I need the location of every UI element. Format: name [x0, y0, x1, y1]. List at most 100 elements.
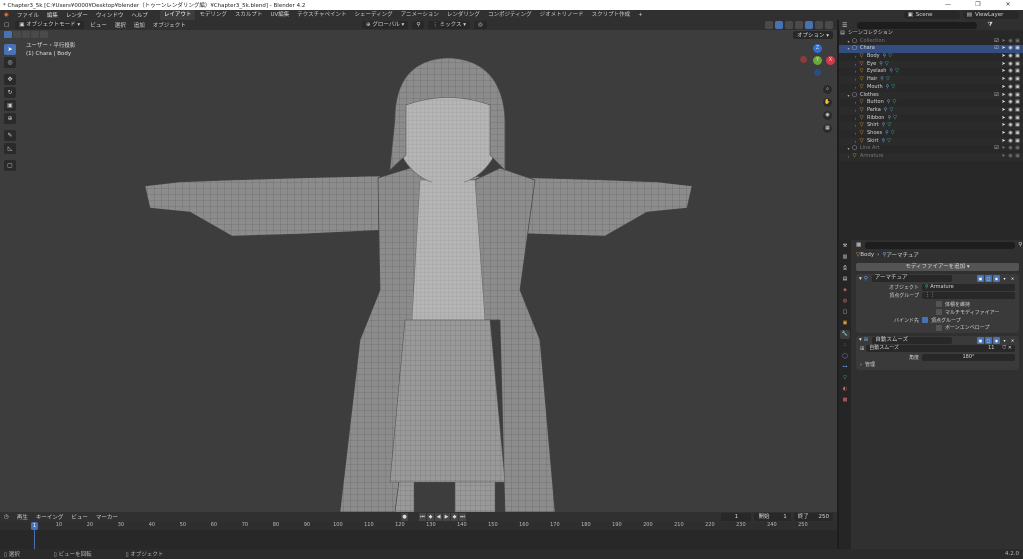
play-icon[interactable]: ▶	[443, 513, 450, 521]
armature-modifier-header[interactable]: ▾ ⚲ アーマチュア ▣ ▢ ◉ ▾ ✕	[856, 274, 1019, 283]
angle-field[interactable]: 180°	[922, 353, 1015, 361]
menu-marker[interactable]: マーカー	[92, 513, 122, 521]
outliner-row[interactable]: › ▽ Skirt ⚲ ▽ ➤ ◉ ▣	[839, 137, 1023, 146]
frame-ruler[interactable]: 10 20 30 40 50 60 70 80 90 100 110 120 130 140 150 160 1…	[0, 522, 837, 530]
render-camera-icon[interactable]: ▣	[1014, 130, 1021, 138]
xray-toggle[interactable]	[785, 21, 793, 29]
render-camera-icon[interactable]: ▣	[1014, 76, 1021, 84]
manage-row[interactable]: › 管理	[856, 362, 1019, 371]
smooth-modifier-header[interactable]: ▾ ⊞ 自動スムーズ ▣ ▢ ◉ ▾ ✕	[856, 336, 1019, 345]
expand-chevron-icon[interactable]: ›	[860, 362, 862, 368]
visibility-eye-icon[interactable]: ◉	[1007, 76, 1014, 84]
select-invert-button[interactable]	[31, 31, 39, 38]
3d-viewport[interactable]: ▢ ▣ オブジェクトモード ▾ ビュー 選択 追加 オブジェクト ⊕ グローバル…	[0, 20, 837, 512]
select-arrow-icon[interactable]: ➤	[1000, 53, 1007, 61]
select-subtract-button[interactable]	[22, 31, 30, 38]
add-modifier-button[interactable]: モディファイアーを追加 ▾	[856, 263, 1019, 271]
visibility-eye-icon[interactable]: ◉	[1007, 38, 1014, 46]
render-toggle-icon[interactable]: ◉	[993, 336, 1000, 344]
edit-mode-toggle-icon[interactable]: ▣	[977, 336, 984, 344]
armature-modifier-name[interactable]: アーマチュア	[871, 275, 952, 282]
armature-object-field[interactable]: ⚲ Armature	[922, 283, 1015, 291]
select-extend-button[interactable]	[13, 31, 21, 38]
collection-tab-icon[interactable]: ▢	[840, 308, 850, 317]
select-arrow-icon[interactable]: ➤	[1000, 92, 1007, 100]
close-button[interactable]: ✕	[993, 0, 1023, 10]
object-tab-icon[interactable]: ▣	[840, 319, 850, 328]
render-camera-icon[interactable]: ▣	[1014, 115, 1021, 123]
particles-tab-icon[interactable]: ∴	[840, 341, 850, 350]
physics-tab-icon[interactable]: ◯	[840, 352, 850, 361]
menu-edit[interactable]: 編集	[43, 11, 62, 19]
outliner-row[interactable]: ▾ ▢ Chara ☑ ➤ ◉ ▣	[839, 45, 1023, 54]
world-tab-icon[interactable]: ◍	[840, 297, 850, 306]
current-frame-field[interactable]: 1	[721, 513, 752, 521]
render-camera-icon[interactable]: ▣	[1014, 107, 1021, 115]
outliner-row[interactable]: ▾ ▢ Clothes ☑ ➤ ◉ ▣	[839, 91, 1023, 100]
select-arrow-icon[interactable]: ➤	[1000, 153, 1007, 161]
visibility-eye-icon[interactable]: ◉	[1007, 61, 1014, 69]
select-arrow-icon[interactable]: ➤	[1000, 115, 1007, 123]
exclude-checkbox-icon[interactable]: ☑	[993, 38, 1000, 46]
maximize-button[interactable]: ❐	[963, 0, 993, 10]
render-camera-icon[interactable]: ▣	[1014, 68, 1021, 76]
properties-search-input[interactable]	[865, 241, 1016, 249]
exclude-checkbox-icon[interactable]: ☑	[993, 145, 1000, 153]
render-camera-icon[interactable]: ▣	[1014, 92, 1021, 100]
axis-y-icon[interactable]: Y	[813, 56, 822, 65]
editor-type-icon[interactable]: ▢	[0, 22, 13, 28]
outliner-row[interactable]: › ▽ Parka ⚲ ▽ ➤ ◉ ▣	[839, 106, 1023, 115]
select-arrow-icon[interactable]: ➤	[1000, 99, 1007, 107]
zoom-icon[interactable]: ⌕	[823, 85, 832, 94]
outliner-row[interactable]: ▾ ▢ Line Art ☑ ➤ ◉ ▣	[839, 145, 1023, 153]
tab-uv-edit[interactable]: UV編集	[266, 10, 293, 20]
bind-vgroups-checkbox[interactable]	[922, 317, 928, 324]
visibility-eye-icon[interactable]: ◉	[1007, 107, 1014, 115]
outliner-row[interactable]: › ▽ Shoes ⚲ ▽ ➤ ◉ ▣	[839, 130, 1023, 138]
play-reverse-icon[interactable]: ◀	[435, 513, 442, 521]
scene-tab-icon[interactable]: ◈	[840, 286, 850, 295]
outliner-editor-icon[interactable]: ☰	[842, 22, 847, 29]
render-camera-icon[interactable]: ▣	[1014, 61, 1021, 69]
modifier-tab-icon[interactable]: 🔧	[840, 330, 850, 339]
tab-rendering[interactable]: レンダリング	[443, 10, 484, 20]
modifier-menu-icon[interactable]: ▾	[1001, 337, 1008, 344]
visibility-eye-icon[interactable]: ◉	[1007, 115, 1014, 123]
tab-texture-paint[interactable]: テクスチャペイント	[293, 10, 350, 20]
tab-sculpt[interactable]: スカルプト	[231, 10, 267, 20]
modifier-remove-icon[interactable]: ✕	[1009, 275, 1016, 282]
transform-orientation-dropdown[interactable]: ⊕ グローバル ▾	[362, 21, 409, 29]
menu-keying[interactable]: キーイング	[32, 513, 68, 521]
tab-geometry-nodes[interactable]: ジオメトリノード	[536, 10, 588, 20]
fake-user-icon[interactable]: ⛉ ✕	[1002, 345, 1012, 352]
minimize-button[interactable]: —	[933, 0, 963, 10]
render-toggle-icon[interactable]: ◉	[993, 275, 1000, 282]
measure-tool[interactable]: ◺	[4, 143, 16, 154]
preserve-volume-checkbox[interactable]	[936, 301, 942, 307]
select-arrow-icon[interactable]: ➤	[1000, 45, 1007, 53]
render-camera-icon[interactable]: ▣	[1014, 53, 1021, 61]
tab-shading[interactable]: シェーディング	[351, 10, 397, 20]
menu-view[interactable]: ビュー	[86, 21, 111, 29]
playhead[interactable]: 1	[31, 522, 38, 530]
render-camera-icon[interactable]: ▣	[1014, 84, 1021, 92]
bind-envelopes-row[interactable]: ボーンエンベロープ	[856, 324, 1019, 333]
properties-editor-icon[interactable]: ▦	[856, 242, 861, 248]
visibility-eye-icon[interactable]: ◉	[1007, 68, 1014, 76]
render-camera-icon[interactable]: ▣	[1014, 138, 1021, 146]
overlay-toggle[interactable]	[775, 21, 783, 29]
tab-modeling[interactable]: モデリング	[195, 10, 231, 20]
preserve-volume-row[interactable]: 体積を維持	[856, 300, 1019, 308]
select-intersect-button[interactable]	[40, 31, 48, 38]
pin-icon[interactable]: ⚲	[1018, 242, 1022, 248]
shading-solid-button[interactable]	[805, 21, 813, 29]
move-tool[interactable]: ✥	[4, 74, 16, 85]
exclude-checkbox-icon[interactable]: ☑	[993, 45, 1000, 53]
menu-playback[interactable]: 再生	[13, 513, 32, 521]
smooth-modifier-name[interactable]: 自動スムーズ	[872, 336, 953, 344]
jump-end-icon[interactable]: ⏭	[459, 513, 466, 521]
filter-icon[interactable]: ⧩	[987, 21, 992, 29]
outliner-row[interactable]: › ▽ Shirt ⚲ ▽ ➤ ◉ ▣	[839, 122, 1023, 130]
axis-neg-x-icon[interactable]	[800, 56, 807, 63]
viewport-toggle-icon[interactable]: ▢	[985, 336, 992, 344]
